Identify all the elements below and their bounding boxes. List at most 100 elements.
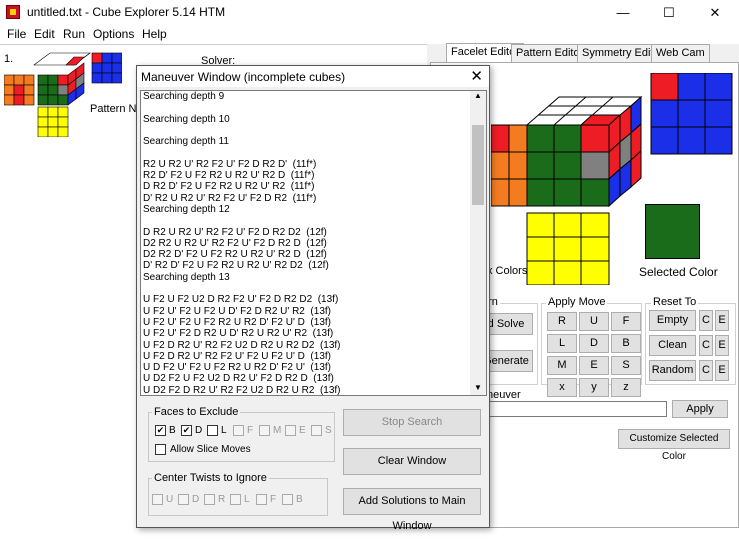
x-colors-label: x Colors bbox=[487, 265, 528, 277]
clear-window-button[interactable]: Clear Window bbox=[343, 448, 481, 475]
window-title: untitled.txt - Cube Explorer 5.14 HTM bbox=[27, 5, 226, 19]
exclude-M-checkbox[interactable] bbox=[259, 425, 270, 436]
reset-clean-e-button[interactable]: E bbox=[715, 335, 729, 356]
output-line: U D F2 U' F2 U F2 R2 U R2 D' F2 U' (13f) bbox=[143, 362, 331, 374]
move-button-D[interactable]: D bbox=[579, 334, 609, 353]
reset-random-e-button[interactable]: E bbox=[715, 360, 729, 381]
output-line: U F2 U' F2 U F2 U D' F2 D R2 U' R2 (13f) bbox=[143, 305, 331, 317]
scroll-up-icon[interactable]: ▲ bbox=[474, 91, 482, 100]
twist-U-checkbox[interactable] bbox=[152, 494, 163, 505]
allow-slice-checkbox[interactable] bbox=[155, 444, 166, 455]
output-line: D' R2 U R2 U' R2 F2 U' F2 D R2 (11f*) bbox=[143, 192, 317, 204]
reset-random-c-button[interactable]: C bbox=[699, 360, 713, 381]
maneuver-label: neuver bbox=[487, 389, 521, 401]
apply-button[interactable]: Apply bbox=[672, 400, 728, 418]
move-button-R[interactable]: R bbox=[547, 312, 577, 331]
move-button-M[interactable]: M bbox=[547, 356, 577, 375]
twist-D-checkbox[interactable] bbox=[178, 494, 189, 505]
output-line: Searching depth 13 bbox=[143, 271, 230, 283]
move-button-x[interactable]: x bbox=[547, 378, 577, 397]
move-button-B[interactable]: B bbox=[611, 334, 641, 353]
reset-clean-c-button[interactable]: C bbox=[699, 335, 713, 356]
output-line: D R2 U R2 U' R2 F2 U' F2 D R2 D2 (12f) bbox=[143, 226, 327, 238]
output-line: R2 U R2 U' R2 F2 U' F2 D R2 D' (11f*) bbox=[143, 158, 317, 170]
reset-random-button[interactable]: Random bbox=[649, 360, 696, 381]
maneuver-window: Maneuver Window (incomplete cubes) ✕ Sea… bbox=[136, 65, 490, 532]
menu-bar: File Edit Run Options Help bbox=[0, 25, 739, 44]
selected-color-swatch[interactable] bbox=[645, 204, 700, 259]
output-line: D' R2 D' F2 U F2 R2 U R2 U' R2 D2 (12f) bbox=[143, 260, 329, 272]
menu-run[interactable]: Run bbox=[63, 27, 85, 41]
minimize-button[interactable]: — bbox=[600, 0, 646, 25]
tab-web-cam[interactable]: Web Cam bbox=[651, 44, 710, 62]
dialog-close-button[interactable]: ✕ bbox=[470, 67, 483, 85]
menu-file[interactable]: File bbox=[7, 27, 26, 41]
twist-L-checkbox[interactable] bbox=[230, 494, 241, 505]
reset-clean-button[interactable]: Clean bbox=[649, 335, 696, 356]
search-output[interactable]: Searching depth 9 Searching depth 10 Searc… bbox=[140, 90, 487, 396]
output-line: D2 R2 D' F2 U F2 R2 U R2 U' R2 D (12f) bbox=[143, 249, 327, 261]
output-line: D2 R2 U R2 U' R2 F2 U' F2 D R2 D (12f) bbox=[143, 237, 327, 249]
title-bar: untitled.txt - Cube Explorer 5.14 HTM — … bbox=[0, 0, 739, 25]
exclude-S-label: S bbox=[325, 425, 332, 436]
scroll-down-icon[interactable]: ▼ bbox=[474, 383, 482, 392]
twists-group-label: Center Twists to Ignore bbox=[152, 472, 269, 484]
move-button-E[interactable]: E bbox=[579, 356, 609, 375]
exclude-S-checkbox[interactable] bbox=[311, 425, 322, 436]
stop-search-button[interactable]: Stop Search bbox=[343, 409, 481, 436]
exclude-B-checkbox[interactable]: ✔ bbox=[155, 425, 166, 436]
exclude-M-label: M bbox=[273, 425, 282, 436]
add-solutions-button[interactable]: Add Solutions to Main Window bbox=[343, 488, 481, 532]
reset-empty-button[interactable]: Empty bbox=[649, 310, 696, 331]
output-line: U F2 D R2 U' R2 F2 U2 D R2 U R2 D2 (13f) bbox=[143, 339, 341, 351]
scroll-thumb[interactable] bbox=[472, 125, 484, 205]
apply-move-label: Apply Move bbox=[546, 296, 608, 308]
close-button[interactable]: ✕ bbox=[692, 0, 738, 25]
output-line: Searching depth 12 bbox=[143, 203, 230, 215]
cube-thumbnail[interactable] bbox=[4, 49, 122, 137]
menu-edit[interactable]: Edit bbox=[34, 27, 55, 41]
output-line: U D2 F2 U F2 U2 D R2 U' F2 D R2 D (13f) bbox=[143, 373, 334, 385]
exclude-F-label: F bbox=[247, 425, 254, 436]
output-line: U F2 U' F2 U F2 R2 U R2 D' F2 U' D (13f) bbox=[143, 316, 331, 328]
exclude-D-checkbox[interactable]: ✔ bbox=[181, 425, 192, 436]
exclude-L-label: L bbox=[221, 425, 227, 436]
twist-R-checkbox[interactable] bbox=[204, 494, 215, 505]
exclude-F-checkbox[interactable] bbox=[233, 425, 244, 436]
move-button-y[interactable]: y bbox=[579, 378, 609, 397]
twist-F-checkbox[interactable] bbox=[256, 494, 267, 505]
allow-slice-label: Allow Slice Moves bbox=[170, 444, 251, 455]
twist-R-label: R bbox=[218, 494, 226, 505]
output-scrollbar[interactable]: ▲ ▼ bbox=[470, 91, 486, 395]
menu-help[interactable]: Help bbox=[142, 27, 167, 41]
exclude-L-checkbox[interactable] bbox=[207, 425, 218, 436]
output-line: Searching depth 11 bbox=[143, 136, 229, 148]
faces-group-label: Faces to Exclude bbox=[152, 406, 241, 418]
move-button-z[interactable]: z bbox=[611, 378, 641, 397]
app-icon bbox=[6, 5, 20, 19]
move-button-F[interactable]: F bbox=[611, 312, 641, 331]
output-line: D R2 D' F2 U F2 R2 U R2 U' R2 (11f*) bbox=[143, 181, 315, 193]
exclude-D-label: D bbox=[195, 425, 203, 436]
move-button-S[interactable]: S bbox=[611, 356, 641, 375]
move-button-L[interactable]: L bbox=[547, 334, 577, 353]
reset-label: Reset To bbox=[651, 296, 699, 308]
reset-empty-e-button[interactable]: E bbox=[715, 310, 729, 331]
move-button-U[interactable]: U bbox=[579, 312, 609, 331]
twist-L-label: L bbox=[244, 494, 250, 505]
exclude-E-checkbox[interactable] bbox=[285, 425, 296, 436]
customize-color-button[interactable]: Customize Selected Color bbox=[618, 429, 730, 462]
menu-options[interactable]: Options bbox=[93, 27, 134, 41]
exclude-B-label: B bbox=[169, 425, 176, 436]
maneuver-input[interactable] bbox=[487, 401, 667, 417]
maximize-button[interactable]: ☐ bbox=[646, 0, 692, 25]
output-line: U F2 D R2 U' R2 F2 U' F2 U F2 U' D (13f) bbox=[143, 350, 331, 362]
reset-empty-c-button[interactable]: C bbox=[699, 310, 713, 331]
output-line: U F2 U' F2 D R2 U D' R2 U R2 U' R2 (13f) bbox=[143, 328, 334, 340]
search-output-lines: Searching depth 9 Searching depth 10 Searc… bbox=[143, 91, 473, 395]
twist-B-checkbox[interactable] bbox=[282, 494, 293, 505]
